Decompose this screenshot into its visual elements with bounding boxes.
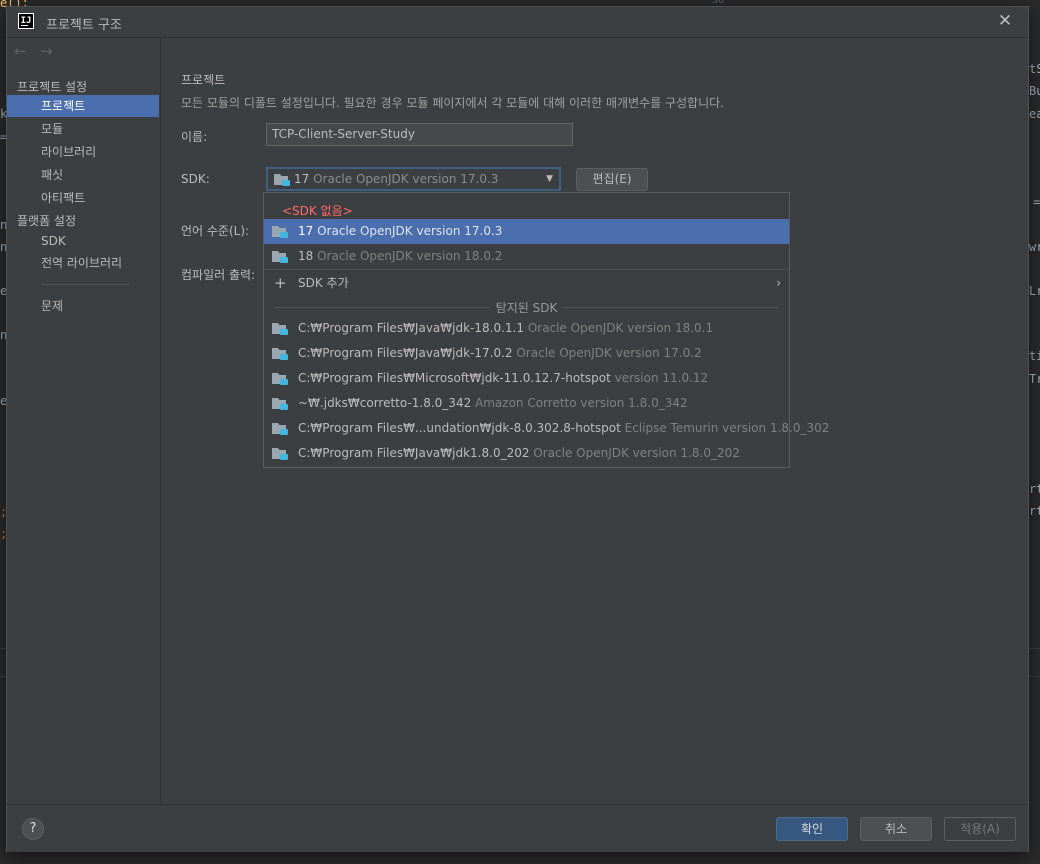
sidebar-item-problems[interactable]: 문제 — [7, 295, 159, 317]
sdk-combobox[interactable]: 17 Oracle OpenJDK version 17.0.3 ▼ — [266, 167, 561, 191]
apply-button[interactable]: 적용(A) — [944, 817, 1016, 841]
edit-sdk-button[interactable]: 편집(E) — [576, 168, 648, 191]
detected-sdk-option[interactable]: C:₩Program Files₩...undation₩jdk-8.0.302… — [264, 416, 829, 441]
editor-code-fragment: ea — [1029, 107, 1040, 121]
cancel-button[interactable]: 취소 — [860, 817, 932, 841]
jdk-folder-icon — [272, 423, 288, 435]
detected-sdk-path: ~₩.jdks₩corretto-1.8.0_342 — [298, 396, 476, 410]
detected-sdk-desc: Oracle OpenJDK version 17.0.2 — [516, 346, 702, 360]
compiler-output-label: 컴파일러 출력: — [181, 268, 256, 282]
sidebar-item-artifacts[interactable]: 아티팩트 — [7, 187, 159, 209]
sidebar-item-project[interactable]: 프로젝트 — [7, 95, 159, 117]
editor-code-fragment: Tr — [1029, 372, 1040, 386]
detected-sdk-desc: version 11.0.12 — [614, 371, 709, 385]
editor-code-fragment: rt — [1029, 504, 1040, 518]
sdk-option-18[interactable]: 18 Oracle OpenJDK version 18.0.2 — [264, 244, 789, 269]
jdk-folder-icon — [272, 323, 288, 335]
detected-sdk-path: C:₩Program Files₩...undation₩jdk-8.0.302… — [298, 421, 625, 435]
detected-sdk-desc: Amazon Corretto version 1.8.0_342 — [475, 396, 688, 410]
jdk-folder-icon — [272, 373, 288, 385]
nav-arrows: ← → — [14, 42, 66, 62]
dialog-footer: ? 확인 취소 적용(A) — [7, 804, 1028, 852]
sidebar-item-sdk[interactable]: SDK — [7, 230, 159, 252]
detected-sdk-desc: Oracle OpenJDK version 1.8.0_202 — [533, 446, 740, 460]
project-name-input[interactable]: TCP-Client-Server-Study — [266, 123, 573, 146]
sdk-selected-desc: Oracle OpenJDK version 17.0.3 — [313, 172, 499, 186]
popup-separator — [264, 269, 789, 270]
detected-sdk-desc: Eclipse Temurin version 1.8.0_302 — [624, 421, 830, 435]
sdk-option-desc: Oracle OpenJDK version 18.0.2 — [317, 249, 503, 263]
section-title: 프로젝트 — [181, 73, 226, 87]
detected-sdk-path: C:₩Program Files₩Java₩jdk1.8.0_202 — [298, 446, 534, 460]
detected-sdk-path: C:₩Program Files₩Microsoft₩jdk-11.0.12.7… — [298, 371, 615, 385]
editor-code-fragment: tS — [1029, 62, 1040, 76]
sdk-option-version: 18 — [298, 249, 318, 263]
back-arrow-icon[interactable]: ← — [14, 42, 32, 60]
dialog-title: 프로젝트 구조 — [46, 18, 122, 33]
dropdown-arrow-icon: ▼ — [546, 174, 553, 184]
platform-settings-header: 플랫폼 설정 — [17, 214, 77, 228]
sdk-option-version: 17 — [298, 224, 318, 238]
dialog-titlebar[interactable]: IJ 프로젝트 구조 ✕ — [7, 7, 1028, 38]
editor-code-fragment: rt — [1029, 482, 1040, 496]
detected-sdk-path: C:₩Program Files₩Java₩jdk-18.0.1.1 — [298, 321, 528, 335]
section-description: 모든 모듈의 디폴트 설정입니다. 필요한 경우 모듈 페이지에서 각 모듈에 … — [181, 96, 724, 110]
detected-sdk-desc: Oracle OpenJDK version 18.0.1 — [527, 321, 714, 335]
close-icon[interactable]: ✕ — [996, 12, 1014, 30]
language-level-label: 언어 수준(L): — [181, 224, 250, 238]
sidebar-item-facets[interactable]: 패싯 — [7, 164, 159, 186]
jdk-folder-icon — [272, 251, 288, 263]
editor-code-fragment: wr — [1029, 240, 1040, 254]
detected-sdk-option[interactable]: C:₩Program Files₩Java₩jdk-17.0.2 Oracle … — [264, 341, 789, 366]
editor-code-fragment: ti — [1029, 349, 1040, 363]
sidebar-item-global-libraries[interactable]: 전역 라이브러리 — [7, 252, 159, 274]
detected-sdk-option[interactable]: ~₩.jdks₩corretto-1.8.0_342 Amazon Corret… — [264, 391, 789, 416]
sdk-label: SDK: — [181, 172, 210, 186]
jdk-folder-icon — [272, 348, 288, 360]
detected-sdk-path: C:₩Program Files₩Java₩jdk-17.0.2 — [298, 346, 517, 360]
no-sdk-option[interactable]: <SDK 없음> — [264, 193, 789, 219]
jdk-folder-icon — [272, 398, 288, 410]
editor-code-fragment: Lr — [1029, 284, 1040, 298]
sidebar-item-libraries[interactable]: 라이브러리 — [7, 141, 159, 163]
detected-sdk-option[interactable]: C:₩Program Files₩Microsoft₩jdk-11.0.12.7… — [264, 366, 789, 391]
detected-sdk-header: 탐지된 SDK — [264, 299, 789, 316]
jdk-folder-icon — [274, 174, 290, 186]
editor-code-fragment: = — [1033, 195, 1040, 209]
detected-sdk-option[interactable]: C:₩Program Files₩Java₩jdk-18.0.1.1 Oracl… — [264, 316, 789, 341]
chevron-right-icon: › — [776, 276, 781, 290]
forward-arrow-icon[interactable]: → — [40, 42, 58, 60]
sidebar-separator — [41, 284, 129, 285]
settings-sidebar: ← → 프로젝트 설정 프로젝트 모듈 라이브러리 패싯 아티팩트 플랫폼 설정 … — [7, 38, 161, 804]
add-sdk-option[interactable]: + SDK 추가 › — [264, 271, 789, 296]
detected-sdk-option[interactable]: C:₩Program Files₩Java₩jdk1.8.0_202 Oracl… — [264, 441, 789, 466]
sdk-option-desc: Oracle OpenJDK version 17.0.3 — [317, 224, 503, 238]
name-label: 이름: — [181, 130, 208, 144]
editor-code-fragment: Bu — [1029, 84, 1040, 98]
project-settings-header: 프로젝트 설정 — [17, 80, 88, 94]
sidebar-item-modules[interactable]: 모듈 — [7, 118, 159, 140]
jdk-folder-icon — [272, 226, 288, 238]
intellij-app-icon: IJ — [18, 13, 34, 29]
jdk-folder-icon — [272, 448, 288, 460]
sdk-selected-version: 17 — [294, 172, 314, 186]
ok-button[interactable]: 확인 — [776, 817, 848, 841]
sdk-dropdown-popup: <SDK 없음> 17 Oracle OpenJDK version 17.0.… — [263, 192, 829, 468]
help-button[interactable]: ? — [22, 818, 44, 840]
plus-icon: + — [274, 274, 287, 292]
add-sdk-label: SDK 추가 — [298, 276, 349, 290]
sdk-option-17[interactable]: 17 Oracle OpenJDK version 17.0.3 — [264, 219, 789, 244]
